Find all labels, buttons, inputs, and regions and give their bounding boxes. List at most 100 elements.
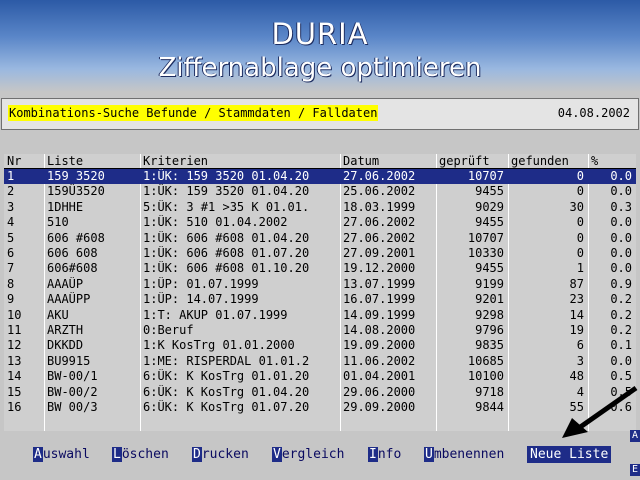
table-row[interactable]: 5 606 #608 1:ÜK: 606 #608 01.04.20 27.06.20… (4, 231, 636, 246)
column-header-gefunden[interactable]: gefunden (508, 154, 588, 169)
cell-geprueft: 9455 (475, 215, 504, 230)
app-title: DURIA (271, 17, 369, 51)
cell-nr: 16 (7, 400, 22, 414)
table-row[interactable]: 6 606 608 1:ÜK: 606 #608 01.07.20 27.09.200… (4, 246, 636, 261)
table-row[interactable]: 7 606#608 1:ÜK: 606 #608 01.10.20 19.12.200… (4, 261, 636, 276)
cell-geprueft: 9298 (475, 307, 504, 322)
info-button[interactable]: Info (368, 446, 401, 463)
button-label: Neue Liste (530, 447, 609, 462)
cell-kriterien: 6:ÜK: K KosTrg 01.01.20 (143, 369, 310, 384)
table-row[interactable]: 8 AAAÜP 1:ÜP: 01.07.1999 13.07.1999 9199 87 0.… (4, 277, 636, 292)
edge-mark-a: A (630, 430, 640, 442)
hotkey-letter: A (33, 447, 43, 462)
cell-liste: 159 3520 (47, 169, 105, 183)
cell-geprueft: 9718 (475, 384, 504, 399)
cell-geprueft: 9201 (475, 292, 504, 307)
cell-geprueft: 9844 (475, 400, 504, 414)
cell-geprueft: 9455 (475, 184, 504, 199)
search-description: Kombinations-Suche Befunde / Stammdaten … (8, 105, 379, 121)
drucken-button[interactable]: Drucken (192, 446, 249, 463)
table-row[interactable]: 12 DKKDD 1:K KosTrg 01.01.2000 19.09.2000 98… (4, 338, 636, 353)
cell-nr: 6 (7, 246, 15, 260)
cell-liste: 1DHHE (47, 199, 84, 214)
cell-geprueft: 9835 (475, 338, 504, 353)
arrow-pointer-icon (562, 385, 638, 438)
cell-prozent: 0.0 (610, 353, 632, 368)
table-row[interactable]: 3 1DHHE 5:ÜK: 3 #1 >35 K 01.01. 18.03.1999 9… (4, 200, 636, 215)
table-row[interactable]: 9 AAAÜPP 1:ÜP: 14.07.1999 16.07.1999 9201 23 0… (4, 292, 636, 307)
cell-prozent: 0.0 (610, 261, 632, 276)
cell-prozent: 0.3 (610, 199, 632, 214)
cell-liste: BW-00/2 (47, 384, 98, 399)
cell-geprueft: 10707 (467, 230, 504, 245)
cell-liste: BW 00/3 (47, 400, 98, 414)
hotkey-letter: D (192, 447, 202, 462)
cell-geprueft: 9029 (475, 199, 504, 214)
umbenennen-button[interactable]: Umbenennen (424, 446, 504, 463)
cell-datum: 27.06.2002 (343, 230, 416, 245)
table-row[interactable]: 11 ARZTH 0:Beruf 14.08.2000 9796 19 0.2 (4, 323, 636, 338)
table-row[interactable]: 14 BW-00/1 6:ÜK: K KosTrg 01.01.20 01.04.20… (4, 369, 636, 384)
cell-datum: 29.06.2000 (343, 384, 416, 399)
cell-datum: 19.09.2000 (343, 338, 416, 353)
button-label: öschen (121, 447, 169, 462)
cell-gefunden: 30 (569, 199, 584, 214)
column-header-liste[interactable]: Liste (44, 154, 140, 169)
cell-kriterien: 1:ÜK: 510 01.04.2002 (143, 215, 288, 230)
table-row[interactable]: 10 AKU 1:T: AKUP 01.07.1999 14.09.1999 9298 1… (4, 308, 636, 323)
cell-nr: 11 (7, 323, 22, 337)
table-row[interactable]: 1 159 3520 1:ÜK: 159 3520 01.04.20 27.06.20… (4, 169, 636, 184)
cell-prozent: 0.1 (610, 338, 632, 353)
cell-liste: BW-00/1 (47, 369, 98, 384)
cell-datum: 29.09.2000 (343, 400, 416, 414)
edge-mark-e: E (630, 464, 640, 476)
cell-nr: 15 (7, 384, 22, 399)
table-row[interactable]: 16 BW 00/3 6:ÜK: K KosTrg 01.07.20 29.09.20… (4, 400, 636, 415)
cell-geprueft: 9455 (475, 261, 504, 276)
cell-liste: BU9915 (47, 353, 91, 368)
cell-kriterien: 1:ÜP: 01.07.1999 (143, 276, 259, 291)
cell-kriterien: 1:ÜK: 606 #608 01.04.20 (143, 230, 310, 245)
loeschen-button[interactable]: Löschen (112, 446, 169, 463)
cell-datum: 14.08.2000 (343, 323, 416, 337)
cell-nr: 3 (7, 199, 15, 214)
cell-nr: 10 (7, 307, 22, 322)
column-header-kriterien[interactable]: Kriterien (140, 154, 340, 169)
cell-kriterien: 6:ÜK: K KosTrg 01.07.20 (143, 400, 310, 414)
cell-geprueft: 10685 (467, 353, 504, 368)
cell-liste: AAAÜP (47, 276, 84, 291)
cell-gefunden: 1 (576, 261, 584, 276)
table-row[interactable]: 15 BW-00/2 6:ÜK: K KosTrg 01.04.20 29.06.20… (4, 385, 636, 400)
cell-kriterien: 1:ÜK: 159 3520 01.04.20 (143, 184, 310, 199)
column-header-geprueft[interactable]: geprüft (436, 154, 508, 169)
cell-prozent: 0.0 (610, 230, 632, 245)
cell-datum: 11.06.2002 (343, 353, 416, 368)
vergleich-button[interactable]: Vergleich (272, 446, 344, 463)
cell-datum: 27.06.2002 (343, 215, 416, 230)
cell-liste: 159Ü3520 (47, 184, 105, 199)
cell-datum: 13.07.1999 (343, 276, 416, 291)
table-row[interactable]: 13 BU9915 1:ME: RISPERDAL 01.01.2 11.06.200… (4, 354, 636, 369)
column-header-datum[interactable]: Datum (340, 154, 436, 169)
cell-gefunden: 23 (569, 292, 584, 307)
table-row[interactable]: 4 510 1:ÜK: 510 01.04.2002 27.06.2002 9455 0 0… (4, 215, 636, 230)
neue-liste-button[interactable]: Neue Liste (527, 446, 612, 463)
cell-gefunden: 0 (576, 184, 584, 199)
cell-datum: 25.06.2002 (343, 184, 416, 199)
auswahl-button[interactable]: Auswahl (33, 446, 90, 463)
column-header-nr[interactable]: Nr (4, 154, 44, 169)
column-header-prozent[interactable]: % (588, 154, 636, 169)
cell-gefunden: 19 (569, 323, 584, 337)
cell-liste: 606 608 (47, 246, 98, 260)
cell-nr: 2 (7, 184, 15, 199)
cell-gefunden: 14 (569, 307, 584, 322)
hotkey-letter: L (112, 447, 122, 462)
table-row[interactable]: 2 159Ü3520 1:ÜK: 159 3520 01.04.20 25.06.20… (4, 184, 636, 199)
cell-datum: 18.03.1999 (343, 199, 416, 214)
results-table[interactable]: Nr Liste Kriterien Datum geprüft gefunden% 1 15… (4, 154, 636, 431)
cell-prozent: 0.9 (610, 276, 632, 291)
cell-geprueft: 10100 (467, 369, 504, 384)
button-label: mbenennen (433, 447, 505, 462)
button-label: rucken (201, 447, 249, 462)
cell-gefunden: 3 (576, 353, 584, 368)
